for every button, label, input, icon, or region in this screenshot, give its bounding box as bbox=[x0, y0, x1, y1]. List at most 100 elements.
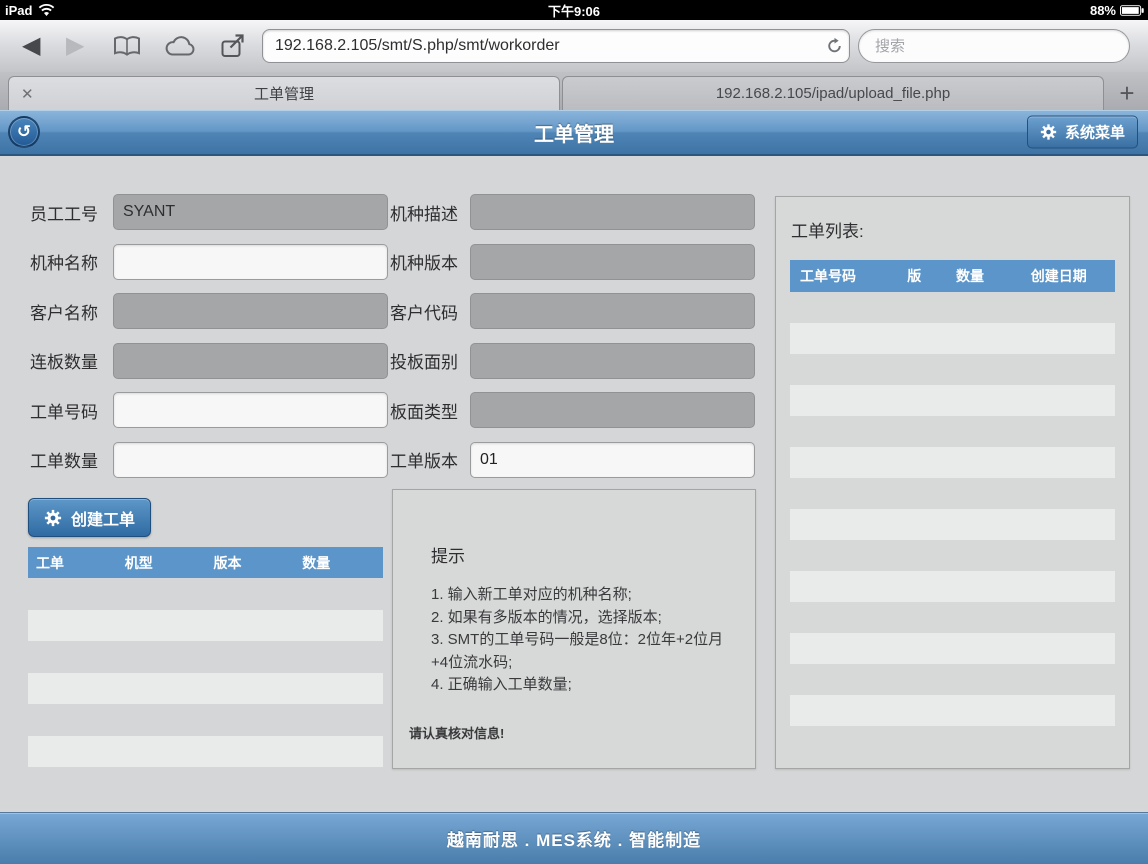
model-version-field bbox=[470, 244, 755, 280]
column-header: 版 bbox=[897, 266, 946, 286]
cloud-icon[interactable] bbox=[164, 35, 197, 57]
system-menu-button[interactable]: 系统菜单 bbox=[1027, 116, 1138, 149]
app-header: 工单管理 ↺ 系统菜单 bbox=[0, 110, 1148, 156]
model-name-field[interactable] bbox=[113, 244, 388, 280]
tip-line: 2. 如果有多版本的情况，选择版本; bbox=[431, 607, 725, 630]
bookmarks-icon[interactable] bbox=[112, 35, 142, 57]
workorder-list-header: 工单号码版数量创建日期 bbox=[790, 260, 1115, 292]
form-column-right: 机种描述机种版本客户代码投板面别板面类型工单版本 bbox=[390, 194, 755, 491]
tip-line: 4. 正确输入工单数量; bbox=[431, 674, 725, 697]
close-tab-icon[interactable]: ✕ bbox=[21, 85, 34, 103]
tab-label: 192.168.2.105/ipad/upload_file.php bbox=[716, 85, 950, 102]
pending-workorder-table: 工单机型版本数量 bbox=[28, 547, 383, 767]
tab-label: 工单管理 bbox=[254, 83, 314, 104]
workorder-list-panel: 工单列表: 工单号码版数量创建日期 bbox=[775, 196, 1130, 769]
column-header: 工单 bbox=[28, 553, 117, 573]
column-header: 数量 bbox=[294, 553, 383, 573]
back-icon[interactable]: ◀ bbox=[22, 34, 40, 58]
tips-warning: 请认真核对信息! bbox=[409, 723, 755, 742]
browser-toolbar: ◀ ▶ bbox=[0, 20, 1148, 73]
panel-count-field bbox=[113, 343, 388, 379]
status-time: 下午9:06 bbox=[0, 0, 1148, 20]
column-header: 创建日期 bbox=[1021, 266, 1115, 286]
field-label: 员工工号 bbox=[30, 200, 113, 225]
footer-text: 越南耐思 . MES系统 . 智能制造 bbox=[447, 826, 701, 851]
form-row: 连板数量 bbox=[30, 343, 388, 379]
workorder-number-field[interactable] bbox=[113, 392, 388, 428]
customer-name-field bbox=[113, 293, 388, 329]
form-row: 工单版本 bbox=[390, 442, 755, 478]
field-label: 工单版本 bbox=[390, 447, 470, 472]
back-arrow-icon: ↺ bbox=[17, 122, 31, 142]
field-label: 客户代码 bbox=[390, 299, 470, 324]
field-label: 连板数量 bbox=[30, 348, 113, 373]
ipad-safari-screen: { "status_bar": { "device_label": "iPad"… bbox=[0, 0, 1148, 864]
pending-table-rows bbox=[28, 610, 383, 767]
forward-icon: ▶ bbox=[66, 34, 84, 58]
form-column-left: 员工工号机种名称客户名称连板数量工单号码工单数量 bbox=[30, 194, 388, 491]
column-header: 工单号码 bbox=[790, 266, 897, 286]
table-row bbox=[790, 695, 1115, 726]
field-label: 机种描述 bbox=[390, 200, 470, 225]
create-workorder-button[interactable]: 创建工单 bbox=[28, 498, 151, 537]
tip-line: 1. 输入新工单对应的机种名称; bbox=[431, 584, 725, 607]
tab-workorder[interactable]: ✕ 工单管理 bbox=[8, 76, 560, 110]
page-title: 工单管理 bbox=[0, 110, 1148, 154]
table-row bbox=[28, 610, 383, 641]
table-row bbox=[790, 509, 1115, 540]
search-bar[interactable] bbox=[858, 29, 1130, 63]
battery-percent: 88% bbox=[1090, 3, 1116, 18]
search-input[interactable] bbox=[859, 30, 1129, 62]
table-row bbox=[790, 385, 1115, 416]
form-row: 机种描述 bbox=[390, 194, 755, 230]
share-icon[interactable] bbox=[220, 33, 247, 59]
workorder-qty-field[interactable] bbox=[113, 442, 388, 478]
employee-id-field bbox=[113, 194, 388, 230]
field-label: 板面类型 bbox=[390, 398, 470, 423]
battery-icon bbox=[1120, 5, 1144, 16]
table-row bbox=[790, 633, 1115, 664]
system-menu-label: 系统菜单 bbox=[1065, 122, 1125, 143]
form-row: 机种版本 bbox=[390, 244, 755, 280]
footer-bar: 越南耐思 . MES系统 . 智能制造 bbox=[0, 812, 1148, 864]
form-row: 板面类型 bbox=[390, 392, 755, 428]
table-row bbox=[28, 673, 383, 704]
column-header: 数量 bbox=[946, 266, 1021, 286]
back-button[interactable]: ↺ bbox=[8, 116, 40, 148]
workorder-version-field[interactable] bbox=[470, 442, 755, 478]
form-row: 客户名称 bbox=[30, 293, 388, 329]
table-row bbox=[28, 736, 383, 767]
create-workorder-label: 创建工单 bbox=[71, 506, 135, 530]
tip-line: 3. SMT的工单号码一般是8位：2位年+2位月+4位流水码; bbox=[431, 629, 725, 674]
table-row bbox=[790, 571, 1115, 602]
gear-icon bbox=[44, 509, 62, 527]
table-row bbox=[790, 323, 1115, 354]
main-content: 员工工号机种名称客户名称连板数量工单号码工单数量 机种描述机种版本客户代码投板面… bbox=[0, 156, 1148, 812]
model-desc-field bbox=[470, 194, 755, 230]
field-label: 工单号码 bbox=[30, 398, 113, 423]
tab-upload-file[interactable]: 192.168.2.105/ipad/upload_file.php bbox=[562, 76, 1104, 110]
url-input[interactable] bbox=[263, 30, 849, 62]
form-row: 工单数量 bbox=[30, 442, 388, 478]
workorder-list-rows bbox=[776, 323, 1129, 726]
board-type-field bbox=[470, 392, 755, 428]
tips-heading: 提示 bbox=[431, 542, 755, 567]
field-label: 投板面别 bbox=[390, 348, 470, 373]
form-row: 投板面别 bbox=[390, 343, 755, 379]
reload-icon[interactable] bbox=[826, 38, 843, 55]
address-bar[interactable] bbox=[262, 29, 850, 63]
workorder-list-title: 工单列表: bbox=[791, 217, 1129, 242]
column-header: 版本 bbox=[206, 553, 295, 573]
new-tab-button[interactable]: + bbox=[1108, 76, 1146, 110]
field-label: 机种名称 bbox=[30, 249, 113, 274]
form-row: 机种名称 bbox=[30, 244, 388, 280]
tab-bar: ✕ 工单管理 192.168.2.105/ipad/upload_file.ph… bbox=[0, 72, 1148, 110]
tips-panel: 提示 1. 输入新工单对应的机种名称; 2. 如果有多版本的情况，选择版本; 3… bbox=[392, 489, 756, 769]
form-row: 客户代码 bbox=[390, 293, 755, 329]
tips-list: 1. 输入新工单对应的机种名称; 2. 如果有多版本的情况，选择版本; 3. S… bbox=[431, 584, 725, 697]
table-row bbox=[790, 447, 1115, 478]
pending-table-header: 工单机型版本数量 bbox=[28, 547, 383, 578]
gear-icon bbox=[1040, 124, 1057, 141]
field-label: 客户名称 bbox=[30, 299, 113, 324]
field-label: 工单数量 bbox=[30, 447, 113, 472]
